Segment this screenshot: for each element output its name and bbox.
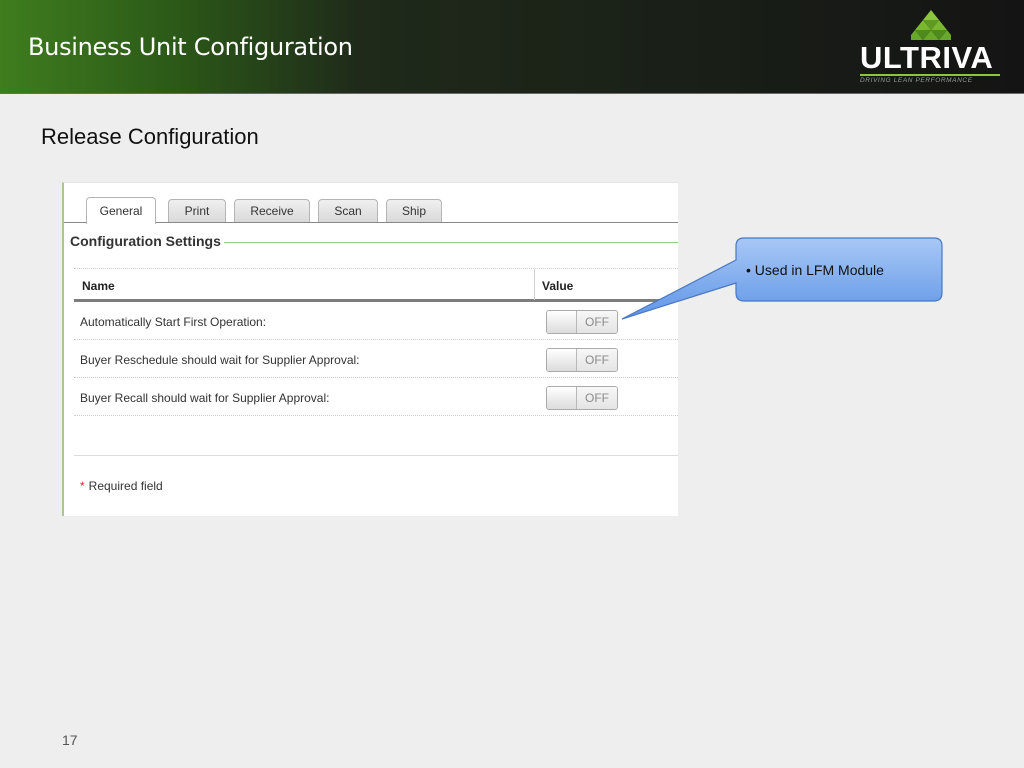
callout-bubble [621, 237, 943, 320]
tab-general[interactable]: General [86, 197, 156, 224]
callout-shape [621, 237, 943, 320]
page-number: 17 [62, 732, 78, 748]
callout-text: • Used in LFM Module [746, 262, 884, 278]
